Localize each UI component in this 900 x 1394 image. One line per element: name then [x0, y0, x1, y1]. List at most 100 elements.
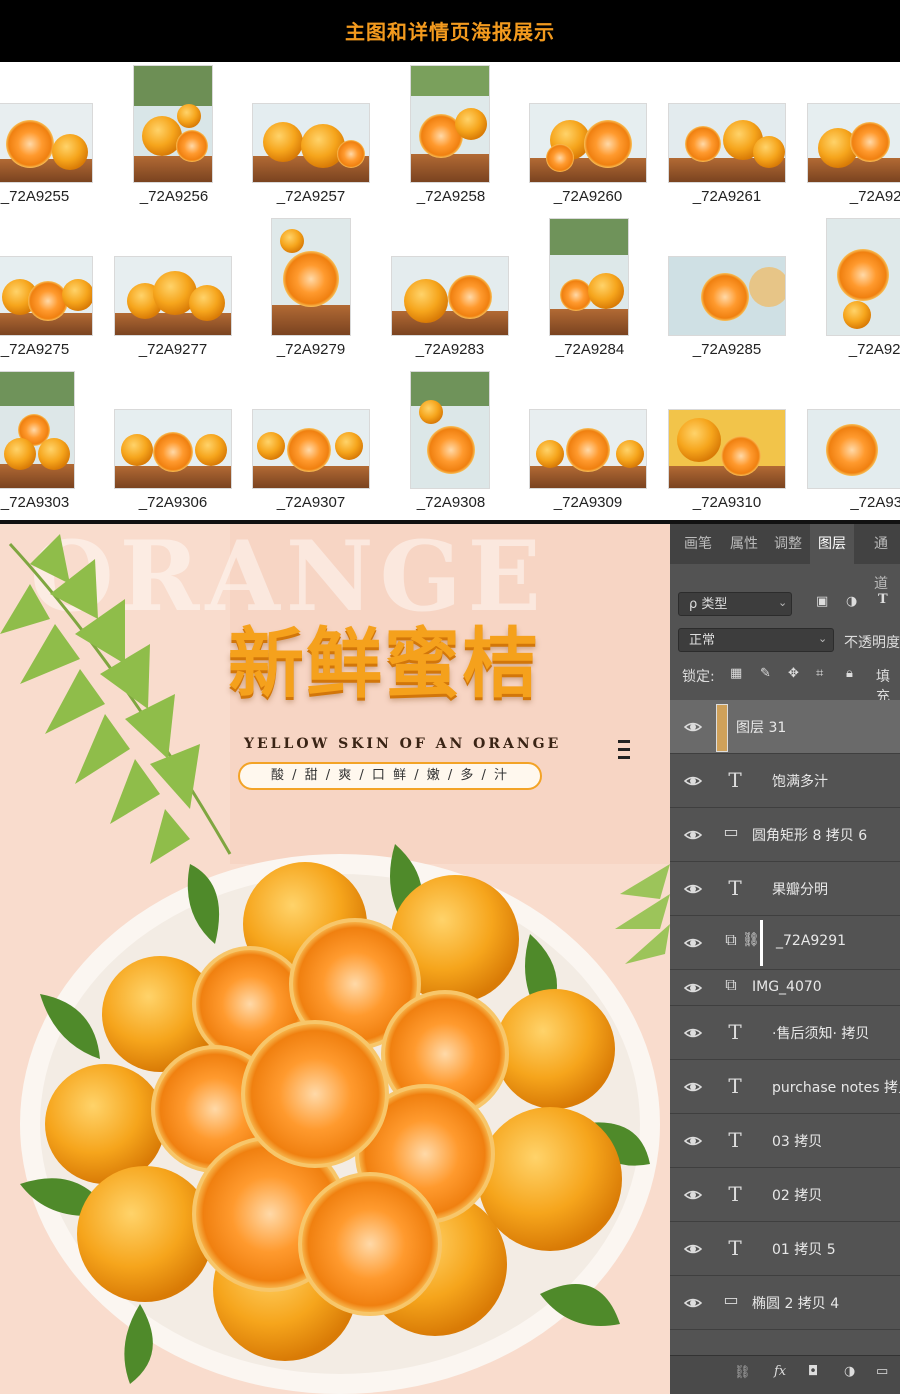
eye-icon[interactable] — [684, 772, 702, 790]
text-layer-icon: T — [728, 876, 742, 900]
thumbnail-image[interactable] — [808, 410, 900, 488]
layer-row[interactable]: T 01 拷贝 5 — [670, 1222, 900, 1276]
thumbnail-image[interactable] — [0, 257, 92, 335]
thumbnail-image[interactable] — [253, 410, 369, 488]
layer-row[interactable]: 图层 31 — [670, 700, 900, 754]
thumbnail-image[interactable] — [530, 104, 646, 182]
thumbnail-gallery: _72A9255 _72A9256 _72A9257 _72A9258 _72A… — [0, 62, 900, 520]
layer-row[interactable]: ⧉ IMG_4070 — [670, 970, 900, 1006]
tab-adjustments[interactable]: 调整 — [774, 524, 802, 564]
eye-icon[interactable] — [684, 880, 702, 898]
layer-name: 饱满多汁 — [772, 774, 828, 790]
opacity-label: 不透明度 — [844, 635, 900, 651]
thumbnail-image[interactable] — [392, 257, 508, 335]
poster-subtitle: YELLOW SKIN OF AN ORANGE — [244, 736, 562, 752]
lock-icon[interactable]: 🔒︎ — [846, 666, 853, 681]
eye-icon[interactable] — [684, 1186, 702, 1204]
link-icon[interactable]: ⛓ — [734, 1365, 751, 1380]
oranges-bowl-image — [20, 844, 660, 1394]
brush-icon[interactable]: ✎ — [760, 666, 771, 681]
layer-row[interactable]: T ·售后须知· 拷贝 — [670, 1006, 900, 1060]
thumbnail-image[interactable] — [0, 104, 92, 182]
eye-icon[interactable] — [684, 934, 702, 952]
text-layer-icon: T — [728, 1128, 742, 1152]
blend-mode-select[interactable]: 正常 — [678, 628, 834, 652]
layer-name: 椭圆 2 拷贝 4 — [752, 1296, 840, 1312]
thumbnail-image[interactable] — [134, 66, 212, 182]
thumbnail-label: _72A9261 — [692, 188, 762, 205]
thumbnail-image[interactable] — [411, 66, 489, 182]
mask-thumbnail — [760, 920, 763, 966]
thumbnail-image[interactable] — [669, 257, 785, 335]
layer-name: 果瓣分明 — [772, 882, 828, 898]
tab-properties[interactable]: 属性 — [730, 524, 758, 564]
layer-row[interactable]: T purchase notes 拷贝 — [670, 1060, 900, 1114]
lock-pixels-icon[interactable]: ▦ — [730, 666, 742, 681]
tag-pill: 酸 / 甜 / 爽 / 口 鲜 / 嫩 / 多 / 汁 — [238, 762, 542, 790]
shape-layer-icon: ▭ — [723, 1290, 739, 1309]
thumbnail-image[interactable] — [253, 104, 369, 182]
layer-row[interactable]: ⧉ ⛓ _72A9291 — [670, 916, 900, 970]
thumbnail-image[interactable] — [115, 410, 231, 488]
smart-object-icon: ⧉ — [725, 930, 737, 949]
thumbnail-label: _72A9285 — [692, 341, 762, 358]
thumbnail-label: _72A9306 — [138, 494, 208, 511]
chevron-down-icon: ⌄ — [818, 632, 828, 645]
eye-icon[interactable] — [684, 718, 702, 736]
artboard-icon[interactable]: ⌗ — [816, 666, 823, 681]
eye-icon[interactable] — [684, 1024, 702, 1042]
tab-layers[interactable]: 图层 — [810, 524, 854, 564]
image-filter-icon[interactable]: ▣ — [816, 594, 828, 609]
layer-row[interactable]: ▭ 椭圆 2 拷贝 4 — [670, 1276, 900, 1330]
layer-row[interactable]: ▭ 圆角矩形 8 拷贝 6 — [670, 808, 900, 862]
mask-icon[interactable]: ◘ — [808, 1364, 818, 1379]
link-icon: ⛓ — [742, 932, 760, 948]
layer-name: 图层 31 — [736, 720, 787, 736]
tab-channels[interactable]: 通道 — [874, 524, 900, 592]
layer-row[interactable]: T 02 拷贝 — [670, 1168, 900, 1222]
thumbnail-image[interactable] — [411, 372, 489, 488]
poster-canvas[interactable]: ORANGE 新鲜蜜桔 YELLOW SKIN OF AN ORANGE 酸 /… — [0, 524, 670, 1394]
eye-icon[interactable] — [684, 1132, 702, 1150]
layer-row[interactable]: T 果瓣分明 — [670, 862, 900, 916]
eye-icon[interactable] — [684, 1294, 702, 1312]
text-layer-icon: T — [728, 1182, 742, 1206]
chevron-down-icon: ⌄ — [778, 596, 788, 609]
smart-object-icon: ⧉ — [725, 975, 737, 994]
thumbnail-image[interactable] — [827, 219, 900, 335]
layers-panel: 画笔 属性 调整 图层 通道 ρ 类型 ⌄ ▣ ◑ T 正常 ⌄ 不透明度 锁定… — [670, 524, 900, 1394]
thumbnail-image[interactable] — [272, 219, 350, 335]
eye-icon[interactable] — [684, 826, 702, 844]
poster-headline: 新鲜蜜桔 — [228, 619, 540, 708]
menu-icon — [618, 740, 630, 764]
adjustment-icon[interactable]: ◑ — [844, 1364, 855, 1379]
page-title: 主图和详情页海报展示 — [345, 20, 555, 44]
eye-icon[interactable] — [684, 1078, 702, 1096]
thumbnail-image[interactable] — [808, 104, 900, 182]
thumbnail-label: _72A9279 — [276, 341, 346, 358]
layer-row[interactable]: T 03 拷贝 — [670, 1114, 900, 1168]
thumbnail-image[interactable] — [669, 410, 785, 488]
adjustment-filter-icon[interactable]: ◑ — [846, 594, 857, 609]
move-icon[interactable]: ✥ — [788, 666, 799, 681]
thumbnail-image[interactable] — [115, 257, 231, 335]
eye-icon[interactable] — [684, 1240, 702, 1258]
thumbnail-label: _72A9262 — [849, 188, 900, 205]
folder-icon[interactable]: ▭ — [876, 1364, 888, 1379]
thumbnail-image[interactable] — [669, 104, 785, 182]
thumbnail-label: _72A9309 — [553, 494, 623, 511]
thumbnail-label: _72A9277 — [138, 341, 208, 358]
tab-brush[interactable]: 画笔 — [684, 524, 712, 564]
thumbnail-label: _72A9260 — [553, 188, 623, 205]
eye-icon[interactable] — [684, 979, 702, 997]
layer-name: _72A9291 — [776, 933, 847, 949]
layers-footer-toolbar: ⛓ fx ◘ ◑ ▭ — [670, 1355, 900, 1394]
shape-layer-icon: ▭ — [723, 822, 739, 841]
fx-icon[interactable]: fx — [774, 1364, 786, 1379]
layer-row[interactable]: T 饱满多汁 — [670, 754, 900, 808]
thumbnail-image[interactable] — [530, 410, 646, 488]
layer-filter-select[interactable]: ρ 类型 — [678, 592, 792, 616]
thumbnail-image[interactable] — [550, 219, 628, 335]
text-filter-icon[interactable]: T — [878, 592, 888, 607]
thumbnail-image[interactable] — [0, 372, 74, 488]
